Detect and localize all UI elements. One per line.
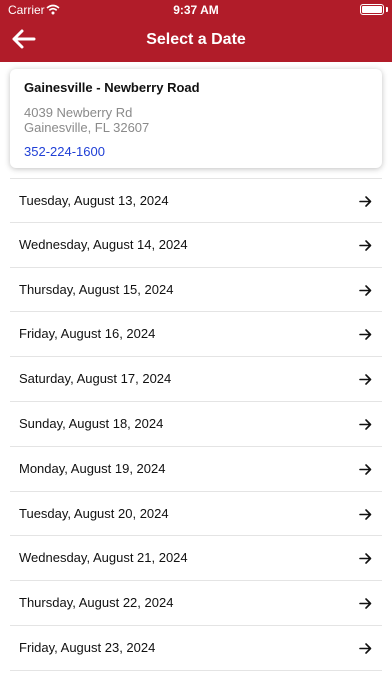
date-row[interactable]: Tuesday, August 13, 2024 (10, 178, 382, 223)
date-label: Wednesday, August 21, 2024 (19, 550, 188, 566)
store-phone-link[interactable]: 352-224-1600 (24, 144, 105, 159)
battery-cap (386, 7, 388, 12)
date-row[interactable]: Friday, August 23, 2024 (10, 626, 382, 671)
app-header: Carrier 9:37 AM Select a Date (0, 0, 392, 62)
date-row[interactable]: Thursday, August 15, 2024 (10, 268, 382, 313)
arrow-right-icon (359, 284, 372, 296)
status-time: 9:37 AM (173, 3, 219, 17)
date-row[interactable]: Wednesday, August 14, 2024 (10, 223, 382, 268)
date-row[interactable]: Friday, August 16, 2024 (10, 312, 382, 358)
date-row[interactable]: Thursday, August 22, 2024 (10, 581, 382, 626)
date-label: Tuesday, August 13, 2024 (19, 193, 169, 208)
date-list: Tuesday, August 13, 2024 Wednesday, Augus… (10, 178, 382, 671)
date-row[interactable]: Wednesday, August 21, 2024 (10, 536, 382, 582)
store-address: 4039 Newberry Rd Gainesville, FL 32607 (24, 105, 149, 135)
date-row[interactable]: Monday, August 19, 2024 (10, 447, 382, 492)
date-label: Thursday, August 22, 2024 (19, 595, 174, 611)
store-address-line1: 4039 Newberry Rd (24, 105, 133, 120)
date-label: Thursday, August 15, 2024 (19, 281, 174, 297)
date-label: Tuesday, August 20, 2024 (19, 505, 169, 521)
date-row[interactable]: Tuesday, August 20, 2024 (10, 492, 382, 537)
arrow-right-icon (359, 329, 372, 341)
store-card: Gainesville - Newberry Road 4039 Newberr… (10, 69, 382, 168)
store-name: Gainesville - Newberry Road (24, 80, 200, 95)
arrow-right-icon (359, 643, 372, 654)
date-row[interactable]: Saturday, August 17, 2024 (10, 357, 382, 402)
arrow-right-icon (359, 553, 372, 565)
arrow-right-icon (359, 598, 372, 609)
arrow-right-icon (359, 419, 372, 430)
arrow-right-icon (359, 508, 372, 520)
store-address-line2: Gainesville, FL 32607 (24, 120, 150, 135)
arrow-right-icon (359, 196, 372, 207)
status-bar: Carrier 9:37 AM (0, 0, 392, 20)
date-label: Wednesday, August 14, 2024 (19, 236, 188, 252)
arrow-right-icon (359, 374, 372, 385)
page-title: Select a Date (146, 31, 246, 48)
date-label: Sunday, August 18, 2024 (19, 415, 164, 431)
date-label: Friday, August 16, 2024 (19, 326, 156, 342)
date-label: Friday, August 23, 2024 (19, 639, 156, 655)
date-row[interactable]: Sunday, August 18, 2024 (10, 402, 382, 447)
date-label: Monday, August 19, 2024 (19, 460, 166, 476)
date-label: Saturday, August 17, 2024 (19, 371, 172, 387)
battery-icon (360, 4, 384, 15)
arrow-right-icon (359, 463, 372, 475)
arrow-right-icon (359, 239, 372, 251)
